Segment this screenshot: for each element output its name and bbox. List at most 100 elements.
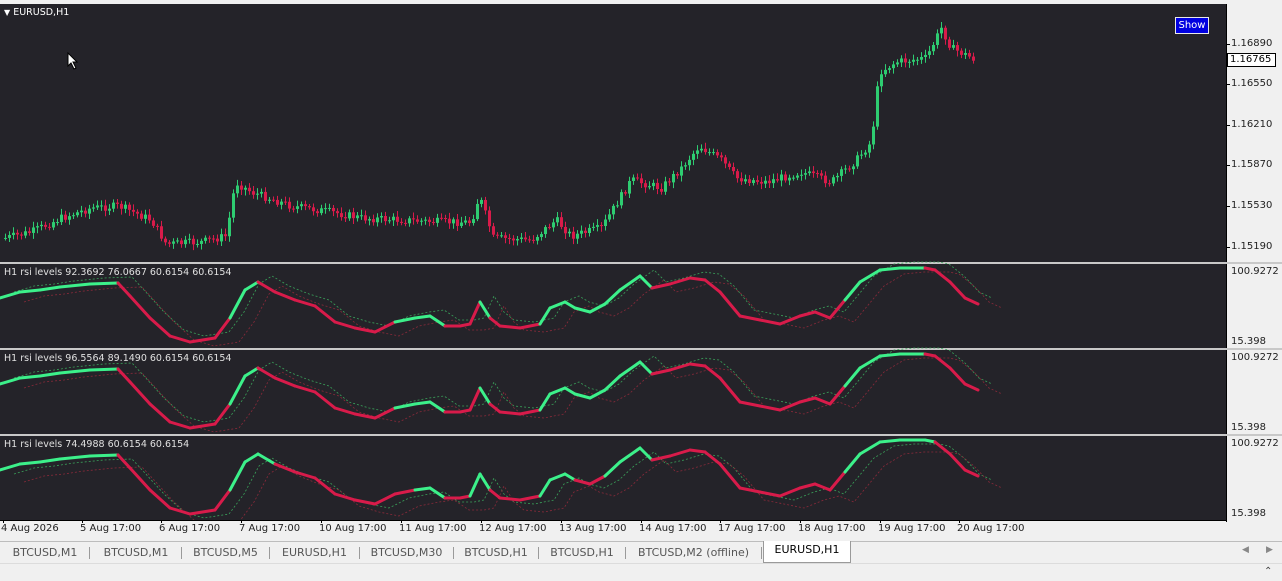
price-level-label: 1.16550 xyxy=(1231,78,1273,89)
price-level-label: 1.15190 xyxy=(1231,241,1273,252)
rsi-line-segment xyxy=(923,352,937,358)
rsi-line-segment xyxy=(58,282,92,289)
rsi-line-segment xyxy=(38,285,62,292)
tab-eurusd-h1[interactable]: EURUSD,H1 xyxy=(763,541,851,563)
rsi-line-segment xyxy=(843,280,862,302)
price-tick xyxy=(1226,206,1230,207)
tab-btcusd-m1[interactable]: BTCUSD,M1 xyxy=(2,544,88,562)
rsi-line-segment xyxy=(148,316,172,338)
time-axis-label: 10 Aug 17:00 xyxy=(319,523,387,534)
indicator-label-3: H1 rsi levels 74.4988 60.6154 60.6154 xyxy=(4,439,190,450)
rsi-line-segment xyxy=(618,446,642,464)
rsi-line-segment xyxy=(688,448,707,454)
time-axis-label: 14 Aug 17:00 xyxy=(639,523,707,534)
rsi-line-segment xyxy=(688,276,707,282)
rsi-line-segment xyxy=(638,360,654,376)
rsi-line-segment xyxy=(538,478,552,498)
rsi-line-segment xyxy=(923,438,937,444)
rsi-line-segment xyxy=(828,470,847,492)
rsi-line-segment xyxy=(393,402,417,410)
rsi-line-segment xyxy=(428,314,447,328)
rsi-line-segment xyxy=(603,374,622,392)
rsi-line-segment xyxy=(858,354,882,370)
time-tick xyxy=(241,520,242,523)
rsi-line-segment xyxy=(828,298,847,320)
rsi-line-segment xyxy=(878,352,902,358)
tab-btcusd-h1[interactable]: BTCUSD,H1 xyxy=(455,544,537,562)
time-tick xyxy=(800,520,801,523)
time-tick xyxy=(161,520,162,523)
rsi-line-segment xyxy=(518,408,542,416)
rsi-line-segment xyxy=(518,494,542,502)
rsi-line-segment xyxy=(813,310,832,320)
tab-separator xyxy=(453,547,454,559)
rsi-line-segment xyxy=(498,410,522,416)
rsi-line-segment xyxy=(718,376,742,404)
rsi-line-segment xyxy=(393,488,417,496)
indicator-1-min: 15.398 xyxy=(1231,336,1266,347)
rsi-line-segment xyxy=(88,367,120,372)
rsi-line-segment xyxy=(548,300,567,310)
rsi-line-segment xyxy=(116,367,132,384)
tab-eurusd-h1[interactable]: EURUSD,H1 xyxy=(271,544,358,562)
price-tick xyxy=(1226,84,1230,85)
time-tick xyxy=(561,520,562,523)
indicator-3-max: 100.9272 xyxy=(1231,438,1279,449)
rsi-line-segment xyxy=(758,404,782,412)
price-level-label: 1.16890 xyxy=(1231,38,1273,49)
tab-btcusd-m30[interactable]: BTCUSD,M30 xyxy=(361,544,452,562)
rsi-line-segment xyxy=(858,268,882,284)
rsi-line-segment xyxy=(813,482,832,492)
rsi-line-segment xyxy=(18,374,42,380)
rsi-line-segment xyxy=(333,406,357,416)
tab-btcusd-m1[interactable]: BTCUSD,M1 xyxy=(92,544,180,562)
tab-scroll-right-icon[interactable]: ▶ xyxy=(1266,545,1273,555)
rsi-line-segment xyxy=(738,314,762,322)
tab-btcusd-m2-offline-[interactable]: BTCUSD,M2 (offline) xyxy=(627,544,760,562)
rsi-line-segment xyxy=(718,290,742,318)
rsi-line-segment xyxy=(353,412,377,420)
rsi-line-segment xyxy=(518,322,542,330)
rsi-line-segment xyxy=(213,316,232,340)
tab-scroll-left-icon[interactable]: ◀ xyxy=(1242,545,1249,555)
rsi-line-segment xyxy=(38,371,62,378)
rsi-line-segment xyxy=(573,478,592,486)
rsi-line-segment xyxy=(650,282,672,290)
rsi-line-segment xyxy=(393,316,417,324)
rsi-line-segment xyxy=(563,472,577,482)
indicator-label-2: H1 rsi levels 96.5564 89.1490 60.6154 60… xyxy=(4,353,232,364)
rsi-line-segment xyxy=(758,490,782,498)
rsi-line-segment xyxy=(228,374,247,406)
rsi-line-segment xyxy=(373,492,397,506)
rsi-line-segment xyxy=(478,472,492,492)
rsi-line-segment xyxy=(703,278,722,294)
rsi-line-segment xyxy=(313,304,337,324)
rsi-line-segment xyxy=(273,462,297,474)
rsi-line-segment xyxy=(188,336,217,344)
time-tick xyxy=(82,520,83,523)
rsi-line-segment xyxy=(563,300,577,310)
rsi-line-segment xyxy=(428,486,447,500)
chevron-up-icon[interactable]: ⌃ xyxy=(1264,566,1272,577)
rsi-line-segment xyxy=(428,400,447,414)
tab-btcusd-h1[interactable]: BTCUSD,H1 xyxy=(540,544,624,562)
rsi-line-segment xyxy=(948,452,967,472)
rsi-line-segment xyxy=(293,470,317,480)
rsi-line-segment xyxy=(18,460,42,466)
rsi-line-segment xyxy=(128,380,152,406)
rsi-line-segment xyxy=(878,266,902,272)
time-tick xyxy=(720,520,721,523)
time-tick xyxy=(401,520,402,523)
tab-btcusd-m5[interactable]: BTCUSD,M5 xyxy=(183,544,268,562)
rsi-line-segment xyxy=(458,408,472,414)
rsi-line-segment xyxy=(858,440,882,456)
rsi-line-segment xyxy=(256,280,277,294)
rsi-line-segment xyxy=(18,288,42,294)
rsi-line-segment xyxy=(963,296,980,306)
rsi-line-segment xyxy=(843,366,862,388)
rsi-line-segment xyxy=(798,396,817,404)
rsi-line-segment xyxy=(488,402,502,414)
indicator-label-1: H1 rsi levels 92.3692 76.0667 60.6154 60… xyxy=(4,267,232,278)
rsi-line-segment xyxy=(668,448,692,458)
rsi-line-segment xyxy=(758,318,782,326)
